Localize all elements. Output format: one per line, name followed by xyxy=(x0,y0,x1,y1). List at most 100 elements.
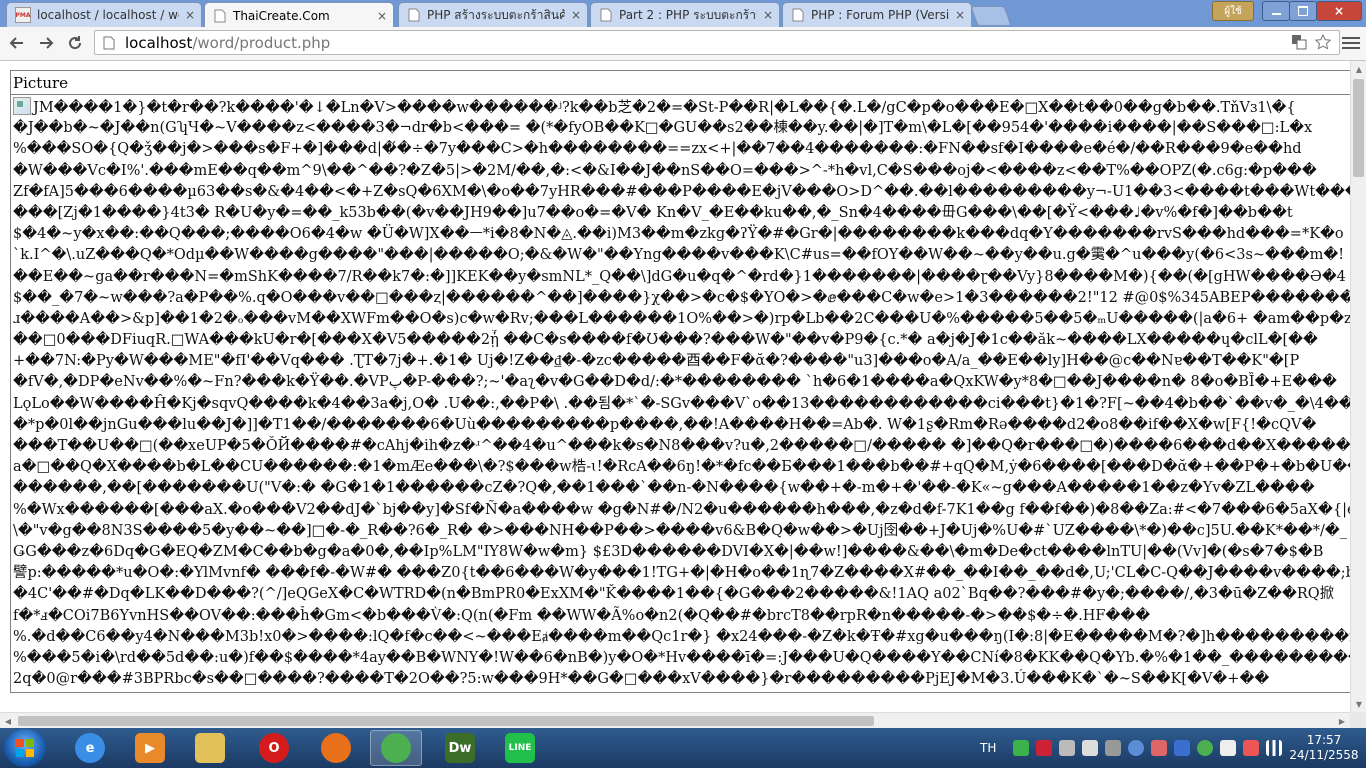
maximize-button[interactable] xyxy=(1289,1,1317,21)
chrome-menu-button[interactable] xyxy=(1342,33,1360,53)
taskbar-app-chrome[interactable] xyxy=(370,730,422,766)
minimize-button[interactable] xyxy=(1262,1,1290,21)
address-bar[interactable]: localhost/word/product.php xyxy=(94,30,1340,55)
garbled-text-line: �J��b�~�J��n(GʮЧ�~V����z<����3�¬dr�b<���… xyxy=(13,118,1350,139)
tab-label: ThaiCreate.Com xyxy=(233,8,330,23)
minimize-icon xyxy=(1271,13,1281,15)
horizontal-scroll-thumb[interactable] xyxy=(18,716,874,726)
taskbar-app-dreamweaver[interactable]: Dw xyxy=(434,730,486,766)
taskbar-app-opera[interactable]: O xyxy=(248,730,300,766)
tab-php-cart-part2[interactable]: Part 2 : PHP ระบบตะกร้าสินค × xyxy=(590,2,780,27)
bluetooth-icon[interactable] xyxy=(1174,740,1191,756)
garbled-text: %�Wx������[���aX.�o���V2��dJ�`bj��y]�Sf�… xyxy=(13,501,1350,518)
new-tab-button[interactable] xyxy=(970,6,1012,26)
clock-date: 24/11/2558 xyxy=(1289,748,1359,762)
garbled-text: +��7N:�Py�W���ME"�fI'��Vq��� .ƮT�7j�+.�1… xyxy=(13,353,1300,370)
tab-label: PHP : Forum PHP (Version xyxy=(811,8,949,22)
tab-label: localhost / localhost / wor xyxy=(37,8,179,22)
forward-button[interactable] xyxy=(35,32,57,54)
chat-icon[interactable] xyxy=(1013,740,1030,756)
garbled-text: $��_�7�~w���?a�P��%.q�O���v��□���ⱬ|�����… xyxy=(13,289,1350,306)
garbled-text: ���T��U��□(��xeUP�5�ǑЙ����#�cAhj�ih�z�ʴ^… xyxy=(13,438,1350,454)
garbled-text-line: 2q�0@r���#3BPRbc�s��□����?����T�2O��?5:w… xyxy=(13,669,1350,690)
garbled-text: `k.I^�\.uZ���Q�*Odµ��W����g����"���|����… xyxy=(13,247,1345,264)
system-tray: TH xyxy=(980,728,1283,768)
reload-icon xyxy=(69,36,82,50)
taskbar-app-firefox[interactable] xyxy=(310,730,362,766)
scroll-corner xyxy=(1350,712,1366,728)
profile-button[interactable]: ผู้ใช้ xyxy=(1212,1,1254,21)
horizontal-scrollbar[interactable]: ◀ ▶ xyxy=(0,712,1350,728)
garbled-text: ���[Zj�1����}4t3� R�U�y�=��_k53b��(�v��J… xyxy=(13,204,1293,221)
page-icon xyxy=(407,8,421,22)
scroll-down-arrow-icon[interactable]: ▼ xyxy=(1351,696,1366,712)
garbled-text: �J��b�~�J��n(GʮЧ�~V����z<����3�¬dr�b<���… xyxy=(13,120,1313,137)
tab-php-cart[interactable]: PHP สร้างระบบตะกร้าสินค้า × xyxy=(398,2,588,27)
language-indicator[interactable]: TH xyxy=(980,741,996,755)
garbled-text: �W���Vc�I%'.���mE��q��m^9\��^��?�Z�5|>�2… xyxy=(13,162,1317,179)
scroll-up-arrow-icon[interactable]: ▲ xyxy=(1351,61,1366,77)
printer-icon[interactable] xyxy=(1105,740,1122,756)
taskbar-app-media-player[interactable]: ▶ xyxy=(124,730,176,766)
tab-label: PHP สร้างระบบตะกร้าสินค้า xyxy=(427,7,565,22)
garbled-text: ������,��[�������U("V�:� �G�1�1������cZ�… xyxy=(13,480,1315,497)
garbled-text: $�4�~y�x��:��Q���;����O6�4�w �Ü�W]X��ᅳ*i… xyxy=(13,226,1344,243)
garbled-text: JM����1�}�t�r��?k����'�↓�Ln�V>����w�����… xyxy=(33,100,1296,116)
taskbar-app-internet-explorer[interactable]: e xyxy=(64,730,116,766)
garbled-text: %���SO�{Q�ǯ��j�>���s�F+�]���d|�́�÷�7y���… xyxy=(13,141,1302,158)
start-button[interactable] xyxy=(4,729,46,767)
tab-phpmyadmin[interactable]: PMA localhost / localhost / wor × xyxy=(6,2,202,27)
speaker-icon[interactable] xyxy=(1082,740,1099,756)
menu-bar xyxy=(1342,47,1360,49)
page-icon xyxy=(213,9,227,23)
garbled-text-line: %���SO�{Q�ǯ��j�>���s�F+�]���d|�́�÷�7y���… xyxy=(13,139,1350,160)
close-tab-icon[interactable]: × xyxy=(955,8,965,22)
phpmyadmin-icon: PMA xyxy=(15,7,31,23)
garbled-text-line: ɹ����A��>&p]��1�2�ₒ���vM��XWFm��O�s)c�w�… xyxy=(13,309,1350,330)
garbled-text-line: 譬p:�����*u�O�:�YlMvnf� ���f�-�W#� ���Z0{… xyxy=(13,563,1350,584)
sync-icon[interactable] xyxy=(1128,740,1145,756)
tab-thaicreate[interactable]: ThaiCreate.Com × xyxy=(204,2,394,27)
close-tab-icon[interactable]: × xyxy=(571,8,581,22)
url-path: /word/product.php xyxy=(192,33,331,52)
security-icon[interactable] xyxy=(1036,740,1053,756)
bookmark-star-icon[interactable] xyxy=(1314,33,1332,54)
vertical-scroll-thumb[interactable] xyxy=(1353,79,1364,177)
garbled-text-line: �fV�,�DP�eNv��%�~Fn?���k�Ÿ��.�VPپ�P-���?… xyxy=(13,372,1350,393)
translate-icon[interactable] xyxy=(1291,34,1307,54)
tab-php-forum[interactable]: PHP : Forum PHP (Version × xyxy=(782,2,972,27)
scroll-left-arrow-icon[interactable]: ◀ xyxy=(0,713,16,729)
garbled-text-line: %���5�i�\rd��5d��:u�)f��$����*4ay��B�WNY… xyxy=(13,648,1350,669)
reload-button[interactable] xyxy=(64,32,86,54)
network-drive-icon[interactable] xyxy=(1059,740,1076,756)
close-window-button[interactable]: × xyxy=(1316,1,1362,21)
tool-icon[interactable] xyxy=(1151,740,1168,756)
scroll-right-arrow-icon[interactable]: ▶ xyxy=(1334,713,1350,729)
taskbar-app-file-explorer[interactable] xyxy=(184,730,236,766)
windows-taskbar: e ▶ O Dw LINE TH 17:57 24/11/2558 xyxy=(0,728,1366,768)
garbled-text-line: �4C'��#�Dq�LK��D���?(^/]eQGeX�C�WTRD�(n�… xyxy=(13,584,1350,605)
binary-image-output: JM����1�}�t�r��?k����'�↓�Ln�V>����w�����… xyxy=(11,95,1350,692)
chrome-icon xyxy=(381,733,411,763)
back-button[interactable] xyxy=(6,32,28,54)
signal-icon[interactable] xyxy=(1266,740,1283,756)
garbled-text-line: LǫLo��W����Ĥ�Kj�sqvQ����k�4��3a�j,O� .U�… xyxy=(13,394,1350,415)
garbled-text-line: f�*ⅎ�COi7B6YvnHS��OV��:���ȟ�Gm<�b���V̀�:… xyxy=(13,606,1350,627)
close-tab-icon[interactable]: × xyxy=(185,8,195,22)
chrome-tray-icon[interactable] xyxy=(1197,740,1214,756)
garbled-text: ��E��~ga��r���N=�mShK����7/R��k7�:�]]KEK… xyxy=(13,268,1346,285)
notification-flag-icon[interactable] xyxy=(1220,740,1237,756)
vertical-scrollbar[interactable]: ▲ ▼ xyxy=(1350,61,1366,712)
taskbar-app-line[interactable]: LINE xyxy=(494,730,546,766)
system-clock[interactable]: 17:57 24/11/2558 xyxy=(1286,733,1362,763)
opera-icon: O xyxy=(259,733,289,763)
close-tab-icon[interactable]: × xyxy=(377,9,387,23)
page-viewport: Picture JM����1�}�t�r��?k����'�↓�Ln�V>��… xyxy=(0,61,1350,712)
power-icon[interactable] xyxy=(1243,740,1260,756)
page-info-icon[interactable] xyxy=(101,35,117,51)
garbled-text: \�"v�g��8N3S����5�y��~��]□�-�_R��?6�_R� … xyxy=(13,522,1348,539)
close-tab-icon[interactable]: × xyxy=(763,8,773,22)
tab-strip: PMA localhost / localhost / wor × ThaiCr… xyxy=(0,0,1366,27)
garbled-text-line: `k.I^�\.uZ���Q�*Odµ��W����g����"���|����… xyxy=(13,245,1350,266)
garbled-text: f�*ⅎ�COi7B6YvnHS��OV��:���ȟ�Gm<�b���V̀�:… xyxy=(13,607,1151,624)
